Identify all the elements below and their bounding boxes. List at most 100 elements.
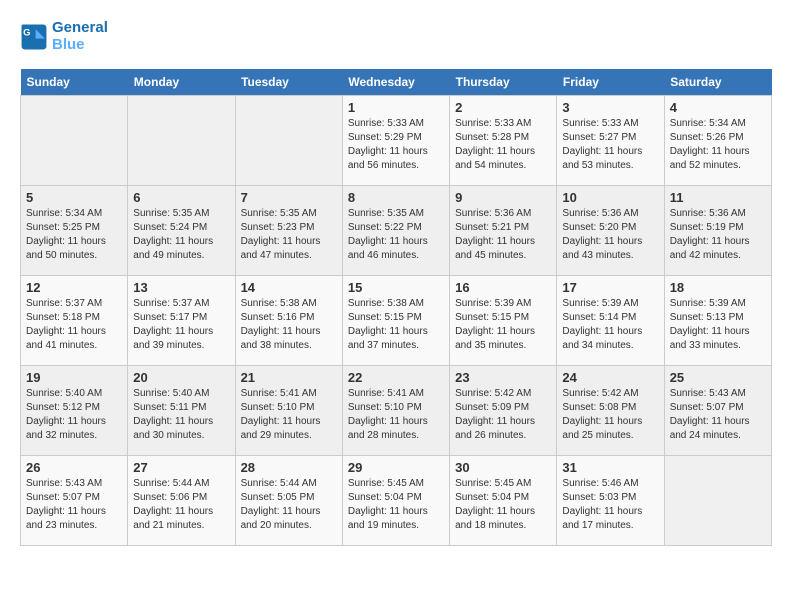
day-info: Sunrise: 5:39 AM Sunset: 5:15 PM Dayligh…: [455, 297, 551, 353]
calendar-cell: 19 Sunrise: 5:40 AM Sunset: 5:12 PM Dayli…: [21, 366, 128, 456]
calendar-cell: 18 Sunrise: 5:39 AM Sunset: 5:13 PM Dayli…: [664, 276, 771, 366]
calendar-cell: 3Sunrise: 5:33 AM Sunset: 5:27 PM Daylig…: [557, 96, 664, 186]
day-info: Sunrise: 5:44 AM Sunset: 5:05 PM Dayligh…: [241, 477, 337, 533]
day-info: Sunrise: 5:40 AM Sunset: 5:11 PM Dayligh…: [133, 387, 229, 443]
calendar-cell: 31Sunrise: 5:46 AM Sunset: 5:03 PM Dayli…: [557, 456, 664, 546]
day-number: 13: [133, 280, 229, 295]
day-number: 30: [455, 460, 551, 475]
calendar-cell: 13 Sunrise: 5:37 AM Sunset: 5:17 PM Dayli…: [128, 276, 235, 366]
day-info: Sunrise: 5:43 AM Sunset: 5:07 PM Dayligh…: [670, 387, 766, 443]
day-info: Sunrise: 5:42 AM Sunset: 5:09 PM Dayligh…: [455, 387, 551, 443]
calendar-cell: 29 Sunrise: 5:45 AM Sunset: 5:04 PM Dayli…: [342, 456, 449, 546]
calendar-cell: 14 Sunrise: 5:38 AM Sunset: 5:16 PM Dayli…: [235, 276, 342, 366]
day-info: Sunrise: 5:45 AM Sunset: 5:04 PM Dayligh…: [455, 477, 551, 533]
day-number: 7: [241, 190, 337, 205]
day-number: 20: [133, 370, 229, 385]
day-number: 10: [562, 190, 658, 205]
weekday-header-thursday: Thursday: [450, 69, 557, 96]
day-info: Sunrise: 5:38 AM Sunset: 5:15 PM Dayligh…: [348, 297, 444, 353]
day-info: Sunrise: 5:35 AM Sunset: 5:22 PM Dayligh…: [348, 207, 444, 263]
calendar-cell: 8 Sunrise: 5:35 AM Sunset: 5:22 PM Daylig…: [342, 186, 449, 276]
weekday-header-row: SundayMondayTuesdayWednesdayThursdayFrid…: [21, 69, 772, 96]
day-info: Sunrise: 5:43 AM Sunset: 5:07 PM Dayligh…: [26, 477, 122, 533]
calendar-cell: [235, 96, 342, 186]
calendar-cell: 11 Sunrise: 5:36 AM Sunset: 5:19 PM Dayli…: [664, 186, 771, 276]
day-number: 25: [670, 370, 766, 385]
day-number: 11: [670, 190, 766, 205]
calendar-week-3: 12 Sunrise: 5:37 AM Sunset: 5:18 PM Dayli…: [21, 276, 772, 366]
weekday-header-wednesday: Wednesday: [342, 69, 449, 96]
calendar-cell: 23 Sunrise: 5:42 AM Sunset: 5:09 PM Dayli…: [450, 366, 557, 456]
day-info: Sunrise: 5:40 AM Sunset: 5:12 PM Dayligh…: [26, 387, 122, 443]
day-number: 2: [455, 100, 551, 115]
calendar-cell: 12 Sunrise: 5:37 AM Sunset: 5:18 PM Dayli…: [21, 276, 128, 366]
day-info: Sunrise: 5:34 AM Sunset: 5:26 PM Dayligh…: [670, 117, 766, 173]
day-info: Sunrise: 5:36 AM Sunset: 5:20 PM Dayligh…: [562, 207, 658, 263]
calendar-cell: 6 Sunrise: 5:35 AM Sunset: 5:24 PM Daylig…: [128, 186, 235, 276]
calendar-cell: 16Sunrise: 5:39 AM Sunset: 5:15 PM Dayli…: [450, 276, 557, 366]
day-number: 9: [455, 190, 551, 205]
day-number: 12: [26, 280, 122, 295]
svg-text:G: G: [23, 27, 30, 37]
day-number: 22: [348, 370, 444, 385]
weekday-header-saturday: Saturday: [664, 69, 771, 96]
day-info: Sunrise: 5:45 AM Sunset: 5:04 PM Dayligh…: [348, 477, 444, 533]
day-info: Sunrise: 5:36 AM Sunset: 5:21 PM Dayligh…: [455, 207, 551, 263]
day-number: 27: [133, 460, 229, 475]
day-info: Sunrise: 5:35 AM Sunset: 5:23 PM Dayligh…: [241, 207, 337, 263]
day-info: Sunrise: 5:41 AM Sunset: 5:10 PM Dayligh…: [348, 387, 444, 443]
day-info: Sunrise: 5:38 AM Sunset: 5:16 PM Dayligh…: [241, 297, 337, 353]
day-number: 14: [241, 280, 337, 295]
weekday-header-monday: Monday: [128, 69, 235, 96]
calendar-cell: 30 Sunrise: 5:45 AM Sunset: 5:04 PM Dayli…: [450, 456, 557, 546]
calendar-cell: 5Sunrise: 5:34 AM Sunset: 5:25 PM Daylig…: [21, 186, 128, 276]
day-number: 8: [348, 190, 444, 205]
day-info: Sunrise: 5:41 AM Sunset: 5:10 PM Dayligh…: [241, 387, 337, 443]
day-info: Sunrise: 5:35 AM Sunset: 5:24 PM Dayligh…: [133, 207, 229, 263]
page-header: G General Blue: [20, 20, 772, 53]
day-number: 19: [26, 370, 122, 385]
calendar-cell: 1 Sunrise: 5:33 AM Sunset: 5:29 PM Daylig…: [342, 96, 449, 186]
day-info: Sunrise: 5:33 AM Sunset: 5:29 PM Dayligh…: [348, 117, 444, 173]
day-info: Sunrise: 5:37 AM Sunset: 5:18 PM Dayligh…: [26, 297, 122, 353]
calendar-cell: 4Sunrise: 5:34 AM Sunset: 5:26 PM Daylig…: [664, 96, 771, 186]
calendar-table: SundayMondayTuesdayWednesdayThursdayFrid…: [20, 69, 772, 546]
day-number: 23: [455, 370, 551, 385]
calendar-cell: 28Sunrise: 5:44 AM Sunset: 5:05 PM Dayli…: [235, 456, 342, 546]
calendar-cell: 24Sunrise: 5:42 AM Sunset: 5:08 PM Dayli…: [557, 366, 664, 456]
day-number: 6: [133, 190, 229, 205]
calendar-cell: 20 Sunrise: 5:40 AM Sunset: 5:11 PM Dayli…: [128, 366, 235, 456]
day-number: 18: [670, 280, 766, 295]
calendar-cell: 26 Sunrise: 5:43 AM Sunset: 5:07 PM Dayli…: [21, 456, 128, 546]
day-number: 15: [348, 280, 444, 295]
day-info: Sunrise: 5:44 AM Sunset: 5:06 PM Dayligh…: [133, 477, 229, 533]
calendar-cell: 15 Sunrise: 5:38 AM Sunset: 5:15 PM Dayli…: [342, 276, 449, 366]
day-info: Sunrise: 5:39 AM Sunset: 5:13 PM Dayligh…: [670, 297, 766, 353]
day-number: 24: [562, 370, 658, 385]
calendar-week-4: 19 Sunrise: 5:40 AM Sunset: 5:12 PM Dayli…: [21, 366, 772, 456]
day-info: Sunrise: 5:39 AM Sunset: 5:14 PM Dayligh…: [562, 297, 658, 353]
day-number: 1: [348, 100, 444, 115]
calendar-week-1: 1 Sunrise: 5:33 AM Sunset: 5:29 PM Daylig…: [21, 96, 772, 186]
day-info: Sunrise: 5:33 AM Sunset: 5:27 PM Dayligh…: [562, 117, 658, 173]
calendar-cell: [21, 96, 128, 186]
day-number: 29: [348, 460, 444, 475]
calendar-cell: 7 Sunrise: 5:35 AM Sunset: 5:23 PM Daylig…: [235, 186, 342, 276]
calendar-week-5: 26 Sunrise: 5:43 AM Sunset: 5:07 PM Dayli…: [21, 456, 772, 546]
day-info: Sunrise: 5:37 AM Sunset: 5:17 PM Dayligh…: [133, 297, 229, 353]
calendar-cell: 17 Sunrise: 5:39 AM Sunset: 5:14 PM Dayli…: [557, 276, 664, 366]
day-info: Sunrise: 5:33 AM Sunset: 5:28 PM Dayligh…: [455, 117, 551, 173]
calendar-week-2: 5Sunrise: 5:34 AM Sunset: 5:25 PM Daylig…: [21, 186, 772, 276]
day-info: Sunrise: 5:36 AM Sunset: 5:19 PM Dayligh…: [670, 207, 766, 263]
day-number: 17: [562, 280, 658, 295]
logo-text: General Blue: [52, 20, 108, 53]
day-number: 21: [241, 370, 337, 385]
calendar-cell: 21 Sunrise: 5:41 AM Sunset: 5:10 PM Dayli…: [235, 366, 342, 456]
logo: G General Blue: [20, 20, 108, 53]
calendar-cell: [664, 456, 771, 546]
weekday-header-friday: Friday: [557, 69, 664, 96]
calendar-cell: 27 Sunrise: 5:44 AM Sunset: 5:06 PM Dayli…: [128, 456, 235, 546]
day-info: Sunrise: 5:34 AM Sunset: 5:25 PM Dayligh…: [26, 207, 122, 263]
calendar-cell: 22 Sunrise: 5:41 AM Sunset: 5:10 PM Dayli…: [342, 366, 449, 456]
day-number: 26: [26, 460, 122, 475]
